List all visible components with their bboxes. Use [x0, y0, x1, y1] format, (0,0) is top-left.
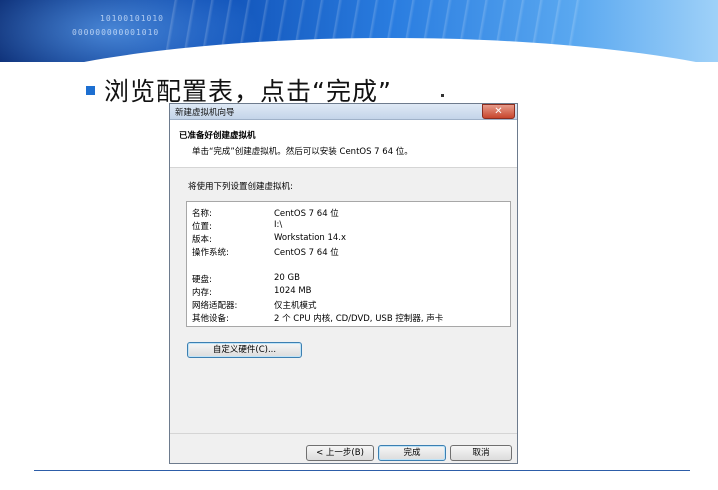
wizard-step-title: 已准备好创建虚拟机 — [179, 131, 256, 141]
setting-key: 内存: — [192, 288, 212, 298]
customize-hardware-button[interactable]: 自定义硬件(C)... — [187, 342, 302, 358]
setting-value: CentOS 7 64 位 — [274, 209, 339, 219]
header-banner: 10100101010 000000000001010 — [0, 0, 718, 62]
setting-key: 名称: — [192, 209, 212, 219]
wizard-step-subtitle: 单击“完成”创建虚拟机。然后可以安装 CentOS 7 64 位。 — [192, 147, 413, 157]
setting-key: 网络适配器: — [192, 301, 238, 311]
setting-value: 2 个 CPU 内核, CD/DVD, USB 控制器, 声卡 — [274, 314, 444, 324]
binary-text: 000000000001010 — [72, 28, 160, 37]
setting-value: Workstation 14.x — [274, 233, 347, 243]
setting-value: 20 GB — [274, 273, 300, 283]
setting-key: 其他设备: — [192, 314, 229, 324]
setting-key: 版本: — [192, 235, 212, 245]
wizard-header: 已准备好创建虚拟机 单击“完成”创建虚拟机。然后可以安装 CentOS 7 64… — [170, 120, 517, 168]
setting-key: 操作系统: — [192, 248, 229, 258]
dialog-title: 新建虚拟机向导 — [175, 108, 235, 118]
setting-value: I:\ — [274, 220, 283, 230]
slide-footer-line — [34, 470, 690, 471]
bullet-icon — [86, 86, 95, 95]
setting-key: 硬盘: — [192, 275, 212, 285]
setting-value: 仅主机模式 — [274, 301, 317, 311]
setting-value: CentOS 7 64 位 — [274, 248, 339, 258]
close-icon: ✕ — [494, 106, 503, 117]
back-button[interactable]: < 上一步(B) — [306, 445, 374, 461]
setting-value: 1024 MB — [274, 286, 312, 296]
close-button[interactable]: ✕ — [482, 104, 515, 119]
finish-button[interactable]: 完成 — [378, 445, 446, 461]
setting-key: 位置: — [192, 222, 212, 232]
footer-divider — [170, 433, 517, 434]
settings-intro: 将使用下列设置创建虚拟机: — [188, 182, 293, 192]
period-mark — [441, 94, 444, 97]
settings-summary-box: 名称: CentOS 7 64 位 位置: I:\ 版本: Workstatio… — [186, 201, 511, 327]
new-vm-wizard-dialog: 新建虚拟机向导 ✕ 已准备好创建虚拟机 单击“完成”创建虚拟机。然后可以安装 C… — [169, 103, 518, 464]
cancel-button[interactable]: 取消 — [450, 445, 512, 461]
dialog-titlebar: 新建虚拟机向导 ✕ — [170, 104, 517, 120]
binary-text: 10100101010 — [100, 14, 164, 23]
